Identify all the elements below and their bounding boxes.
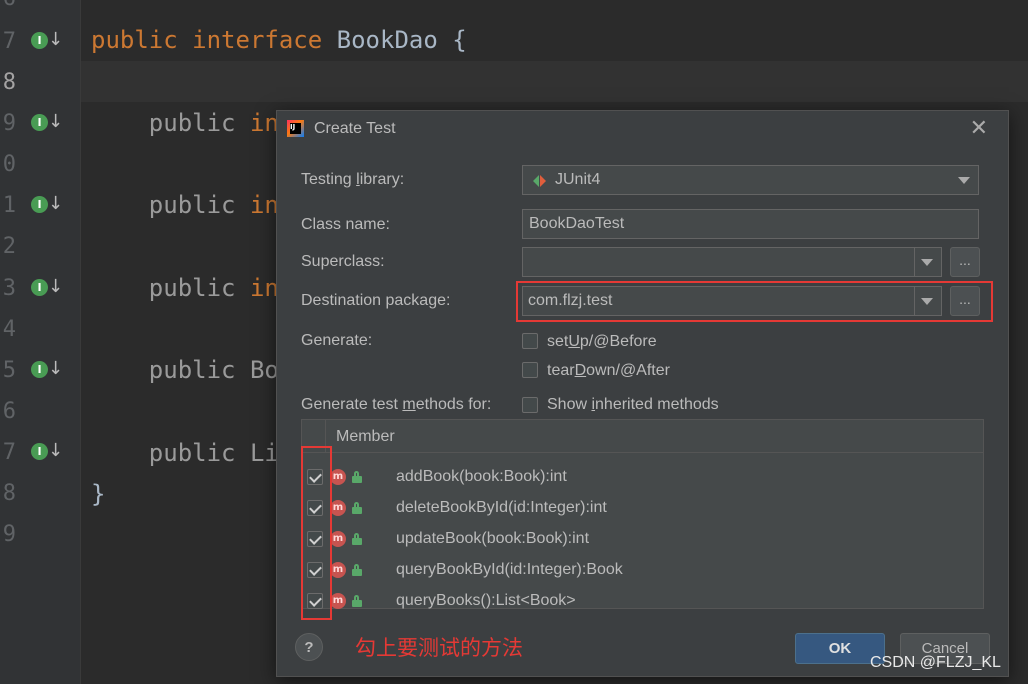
gutter-separator	[80, 0, 81, 684]
class-name-input[interactable]: BookDaoTest	[522, 209, 979, 239]
implemented-marker-icon[interactable]: I ↓	[31, 29, 63, 53]
line-number: 9	[2, 522, 16, 547]
line-number: 6	[2, 399, 16, 424]
help-button[interactable]: ?	[295, 633, 323, 661]
method-name: deleteBookById(id:Integer):int	[396, 499, 607, 516]
code-line-interface: public interface BookDao {	[91, 26, 467, 54]
line-number: 9	[2, 111, 16, 136]
testing-library-select[interactable]: JUnit4	[522, 165, 979, 195]
table-row[interactable]: m queryBookById(id:Integer):Book	[302, 555, 983, 586]
dialog-title: Create Test	[314, 120, 396, 137]
code-line-method: public in	[148, 191, 279, 219]
line-number: 5	[2, 358, 16, 383]
method-name: addBook(book:Book):int	[396, 468, 567, 485]
create-test-dialog: IJ Create Test ✕ Testing library: JUnit4…	[276, 110, 1009, 677]
implemented-marker-icon[interactable]: I ↓	[31, 358, 63, 382]
setup-checkbox[interactable]	[522, 333, 538, 349]
intellij-logo-icon: IJ	[287, 120, 304, 137]
public-lock-icon	[352, 533, 362, 545]
table-row[interactable]: m addBook(book:Book):int	[302, 462, 983, 493]
class-name-label: Class name:	[301, 216, 390, 233]
method-name: queryBooks():List<Book>	[396, 592, 576, 609]
implemented-marker-icon[interactable]: I ↓	[31, 276, 63, 300]
line-number: 8	[2, 481, 16, 506]
teardown-checkbox[interactable]	[522, 362, 538, 378]
public-lock-icon	[352, 471, 362, 483]
line-number: 8	[2, 70, 16, 95]
table-row[interactable]: m deleteBookById(id:Integer):int	[302, 493, 983, 524]
method-name: queryBookById(id:Integer):Book	[396, 561, 623, 578]
chevron-down-icon	[958, 177, 970, 184]
superclass-label: Superclass:	[301, 253, 385, 270]
line-number: 1	[2, 193, 16, 218]
close-icon[interactable]: ✕	[970, 116, 988, 141]
superclass-browse-button[interactable]: ...	[950, 247, 980, 277]
method-icon: m	[330, 593, 346, 609]
table-row[interactable]: m queryBooks():List<Book>	[302, 586, 983, 617]
chevron-down-icon	[921, 259, 933, 266]
annotation-text: 勾上要测试的方法	[355, 636, 523, 660]
public-lock-icon	[352, 564, 362, 576]
current-line-highlight	[81, 61, 1028, 102]
testing-library-label: Testing library:	[301, 171, 405, 188]
method-icon: m	[330, 562, 346, 578]
watermark: CSDN @FLZJ_KL	[870, 654, 1001, 671]
implemented-marker-icon[interactable]: I ↓	[31, 111, 63, 135]
code-line-closing-brace: }	[91, 480, 106, 508]
show-inherited-label[interactable]: Show inherited methods	[547, 396, 719, 414]
code-line-method: public Li	[148, 439, 279, 467]
junit-icon	[533, 175, 547, 187]
column-header-member[interactable]: Member	[336, 428, 395, 446]
line-number: 2	[2, 234, 16, 259]
implemented-marker-icon[interactable]: I ↓	[31, 193, 63, 217]
line-number: 7	[2, 440, 16, 465]
generate-methods-label: Generate test methods for:	[301, 396, 492, 413]
highlight-destination-package	[516, 281, 993, 322]
member-table: Member m addBook(book:Book):int m delete…	[301, 419, 984, 609]
code-line-method: public in	[148, 274, 279, 302]
line-number: 6	[0, 0, 16, 11]
teardown-checkbox-label[interactable]: tearDown/@After	[547, 362, 670, 380]
show-inherited-checkbox[interactable]	[522, 397, 538, 413]
table-row[interactable]: m updateBook(book:Book):int	[302, 524, 983, 555]
public-lock-icon	[352, 502, 362, 514]
generate-label: Generate:	[301, 332, 373, 349]
table-header: Member	[302, 420, 983, 453]
line-number: 7	[2, 29, 16, 54]
method-icon: m	[330, 531, 346, 547]
editor-gutter	[0, 0, 80, 684]
line-number: 0	[2, 152, 16, 177]
method-icon: m	[330, 500, 346, 516]
setup-checkbox-label[interactable]: setUp/@Before	[547, 333, 657, 351]
highlight-member-checkboxes	[301, 446, 332, 620]
method-name: updateBook(book:Book):int	[396, 530, 590, 547]
superclass-combo[interactable]	[522, 247, 942, 277]
implemented-marker-icon[interactable]: I ↓	[31, 440, 63, 464]
code-line-method: public Bo	[148, 356, 279, 384]
public-lock-icon	[352, 595, 362, 607]
destination-package-label: Destination package:	[301, 292, 451, 309]
line-number: 3	[2, 276, 16, 301]
code-line-method: public in	[148, 109, 279, 137]
method-icon: m	[330, 469, 346, 485]
dialog-title-bar[interactable]: IJ Create Test ✕	[277, 111, 1008, 147]
line-number: 4	[2, 317, 16, 342]
